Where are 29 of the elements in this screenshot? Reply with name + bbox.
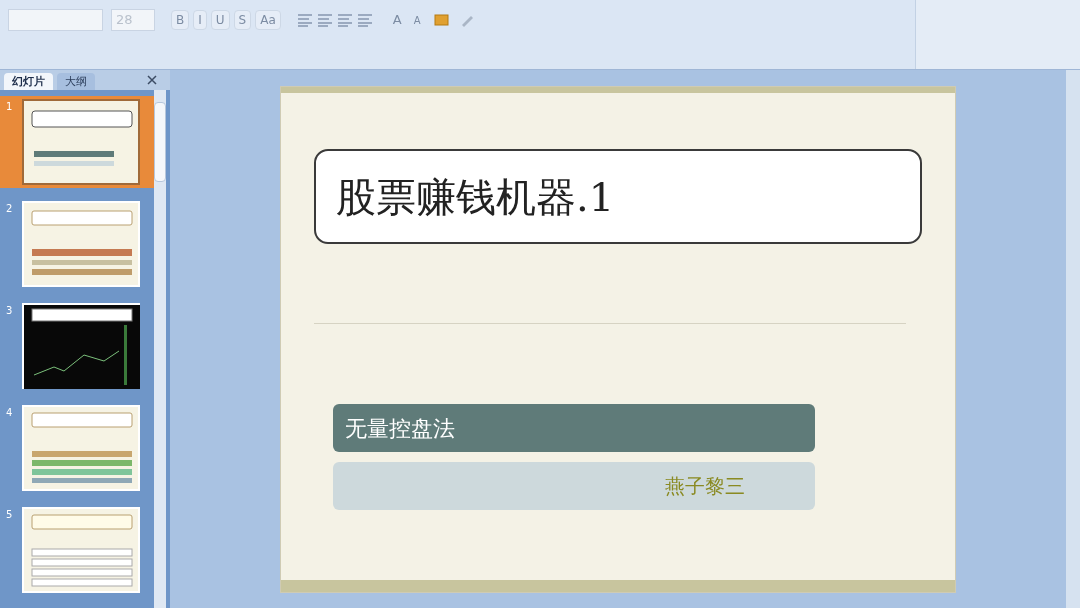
shape-icon[interactable] <box>432 12 451 28</box>
font-size-button[interactable]: A <box>409 10 425 30</box>
format-button[interactable]: B <box>171 10 190 30</box>
slide-number: 3 <box>5 304 14 318</box>
align-icon[interactable] <box>316 13 333 27</box>
slide-thumbnail[interactable] <box>22 99 140 185</box>
align-icon[interactable] <box>336 13 353 27</box>
slide-number: 4 <box>5 406 14 420</box>
slide-title: 股票赚钱机器.1 <box>314 149 922 244</box>
align-icon[interactable] <box>356 13 373 27</box>
align-icon[interactable] <box>296 13 313 27</box>
scrollbar[interactable] <box>1066 70 1080 608</box>
slide-number: 5 <box>5 508 14 522</box>
panel-tab[interactable]: 大纲 <box>57 73 95 90</box>
slide-number: 2 <box>5 202 14 216</box>
format-button[interactable]: Aa <box>255 10 281 30</box>
slide-number: 1 <box>5 100 14 114</box>
format-button[interactable]: I <box>193 10 207 30</box>
slide-author: 燕子黎三 <box>333 462 815 510</box>
font-size-button[interactable]: A <box>388 10 406 30</box>
format-button[interactable]: U <box>210 10 230 30</box>
close-icon[interactable] <box>146 74 158 86</box>
scrollbar[interactable] <box>154 90 166 608</box>
font-size-field[interactable]: 28 <box>111 9 155 31</box>
panel-tab[interactable]: 幻灯片 <box>4 73 53 90</box>
slide-thumbnail-row[interactable]: 1 <box>0 96 154 188</box>
format-button[interactable]: S <box>233 10 252 30</box>
font-name-field[interactable] <box>8 9 103 31</box>
slide-subtitle: 无量控盘法 <box>333 404 815 452</box>
